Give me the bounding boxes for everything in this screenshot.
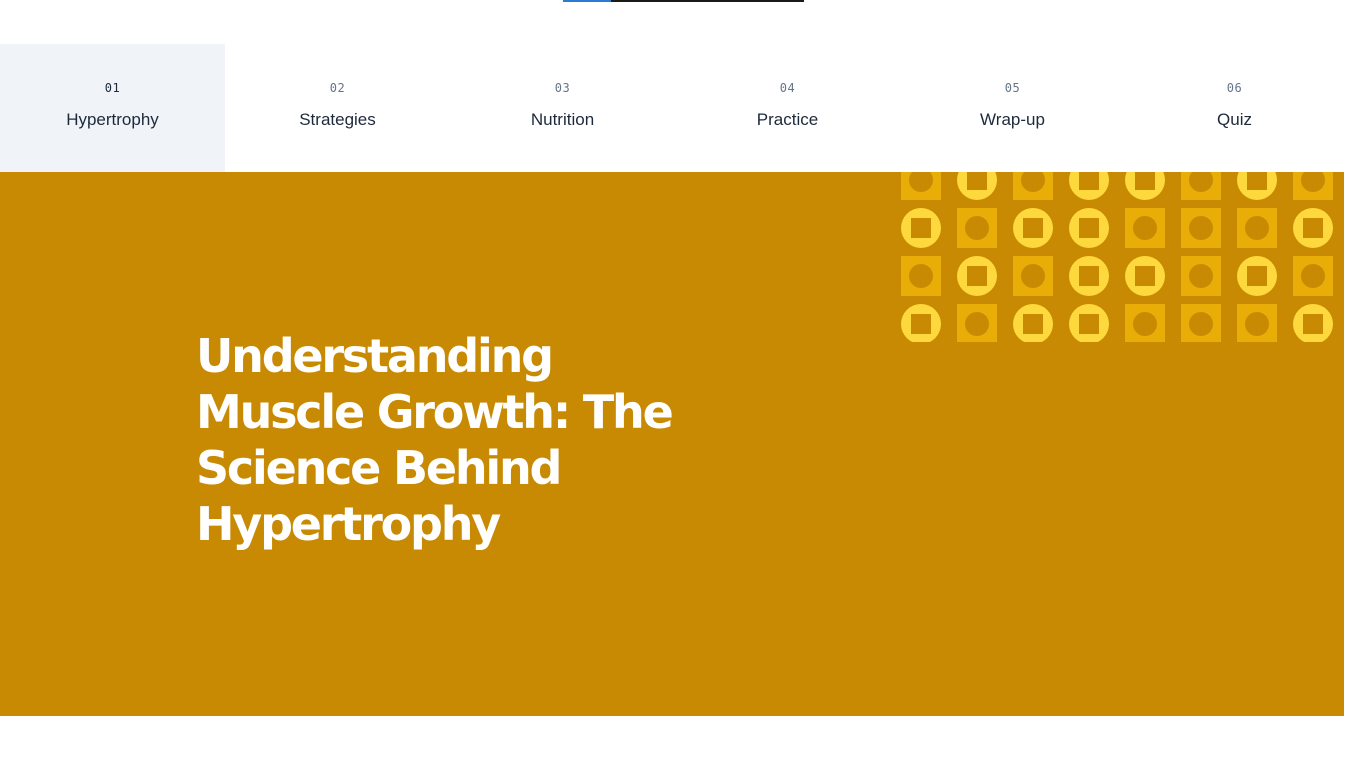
tab-strategies[interactable]: 02 Strategies: [225, 44, 450, 172]
tab-number: 04: [779, 81, 796, 95]
tab-hypertrophy[interactable]: 01 Hypertrophy: [0, 44, 225, 172]
pattern-circle-tile: [1293, 208, 1333, 248]
pattern-square-tile: [1013, 256, 1053, 296]
pattern-circle-tile: [1237, 172, 1277, 200]
pattern-circle-tile: [1125, 172, 1165, 200]
pattern-square-tile: [1293, 256, 1333, 296]
pattern-circle-tile: [1069, 208, 1109, 248]
tab-label: Nutrition: [530, 110, 595, 129]
pattern-square-tile: [1181, 208, 1221, 248]
tab-label: Practice: [756, 110, 819, 129]
tab-label: Strategies: [299, 110, 376, 129]
pattern-square-tile: [957, 304, 997, 342]
hero-banner: Understanding Muscle Growth: The Science…: [0, 172, 1344, 716]
tab-practice[interactable]: 04 Practice: [675, 44, 900, 172]
progress-bar: [563, 0, 804, 2]
pattern-circle-tile: [1125, 256, 1165, 296]
pattern-square-tile: [1125, 304, 1165, 342]
decorative-pattern: [901, 172, 1333, 342]
tab-number: 01: [104, 81, 121, 95]
pattern-circle-tile: [901, 208, 941, 248]
pattern-circle-tile: [1069, 256, 1109, 296]
pattern-square-tile: [1237, 304, 1277, 342]
pattern-circle-tile: [1069, 172, 1109, 200]
tab-label: Hypertrophy: [66, 110, 159, 129]
hero-title: Understanding Muscle Growth: The Science…: [196, 329, 674, 551]
section-tabs: 01 Hypertrophy 02 Strategies 03 Nutritio…: [0, 44, 1344, 172]
pattern-circle-tile: [957, 256, 997, 296]
tab-label: Wrap-up: [980, 110, 1045, 129]
pattern-square-tile: [1013, 172, 1053, 200]
pattern-circle-tile: [1293, 304, 1333, 342]
tab-number: 03: [554, 81, 571, 95]
pattern-square-tile: [1181, 304, 1221, 342]
pattern-square-tile: [1125, 208, 1165, 248]
pattern-square-tile: [901, 172, 941, 200]
pattern-circle-tile: [901, 304, 941, 342]
pattern-circle-tile: [957, 172, 997, 200]
pattern-square-tile: [1181, 256, 1221, 296]
tab-number: 02: [329, 81, 346, 95]
pattern-circle-tile: [1013, 304, 1053, 342]
pattern-circle-tile: [1237, 256, 1277, 296]
tab-number: 06: [1226, 81, 1243, 95]
tab-number: 05: [1004, 81, 1021, 95]
tab-quiz[interactable]: 06 Quiz: [1125, 44, 1344, 172]
pattern-square-tile: [901, 256, 941, 296]
pattern-square-tile: [1181, 172, 1221, 200]
pattern-square-tile: [957, 208, 997, 248]
pattern-circle-tile: [1013, 208, 1053, 248]
pattern-square-tile: [1293, 172, 1333, 200]
tab-label: Quiz: [1217, 110, 1252, 129]
pattern-square-tile: [1237, 208, 1277, 248]
tab-nutrition[interactable]: 03 Nutrition: [450, 44, 675, 172]
progress-fill: [563, 0, 612, 2]
pattern-circle-tile: [1069, 304, 1109, 342]
tab-wrap-up[interactable]: 05 Wrap-up: [900, 44, 1125, 172]
